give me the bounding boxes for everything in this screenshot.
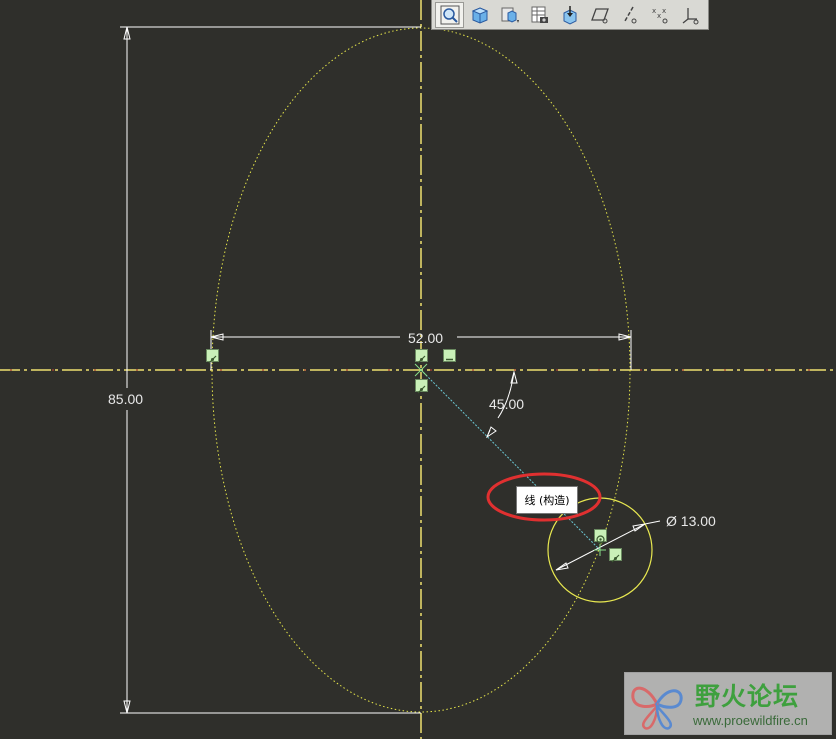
constraint-coincident-icon[interactable] [594, 529, 607, 544]
coordinate-system-button[interactable] [675, 2, 704, 28]
constraint-point-on-entity-icon[interactable] [415, 349, 428, 364]
layer-table-icon [531, 6, 548, 23]
view-toolbar: x x x [431, 0, 709, 30]
zoom-fit-button[interactable] [435, 1, 464, 28]
datum-axis-display-icon [623, 6, 636, 23]
zoom-fit-icon [440, 5, 459, 24]
entity-tooltip: 线 (构造) [516, 486, 578, 514]
saved-views-button[interactable] [495, 2, 524, 28]
svg-text:x: x [662, 7, 666, 15]
svg-text:x: x [657, 12, 661, 20]
width-dimension-value[interactable]: 52.00 [408, 331, 443, 345]
diameter-dimension-value[interactable]: Ø 13.00 [666, 514, 716, 528]
datum-point-display-icon: x x x [652, 7, 667, 23]
forum-watermark: 野火论坛 www.proewildfire.cn [624, 672, 832, 735]
constraint-point-on-entity-icon[interactable] [206, 349, 219, 364]
datum-point-button[interactable]: x x x [645, 2, 674, 28]
watermark-title: 野火论坛 [695, 682, 800, 711]
constraint-point-on-entity-icon[interactable] [609, 548, 622, 563]
diameter-dimension[interactable] [555, 520, 661, 571]
watermark-url: www.proewildfire.cn [693, 713, 808, 728]
datum-plane-display-icon [590, 7, 609, 23]
circle-center-point[interactable] [594, 544, 606, 556]
datum-plane-button[interactable] [585, 2, 614, 28]
butterfly-logo-icon [631, 686, 683, 730]
reorient-sketch-icon [563, 5, 576, 25]
reorient-sketch-button[interactable] [555, 2, 584, 28]
datum-axis-button[interactable] [615, 2, 644, 28]
sketch-canvas[interactable] [0, 0, 836, 739]
height-dimension-value[interactable]: 85.00 [108, 392, 143, 406]
constraint-horizontal-icon[interactable] [443, 349, 456, 362]
svg-text:x: x [652, 7, 656, 15]
coordinate-system-display-icon [682, 7, 698, 24]
saved-views-icon [501, 7, 519, 23]
shaded-view-button[interactable] [465, 2, 494, 28]
constraint-point-on-entity-icon[interactable] [415, 379, 428, 394]
tooltip-text: 线 (构造) [524, 494, 570, 507]
angle-dimension-value[interactable]: 45.00 [489, 397, 524, 411]
shaded-view-icon [471, 6, 488, 24]
layer-table-button[interactable] [525, 2, 554, 28]
